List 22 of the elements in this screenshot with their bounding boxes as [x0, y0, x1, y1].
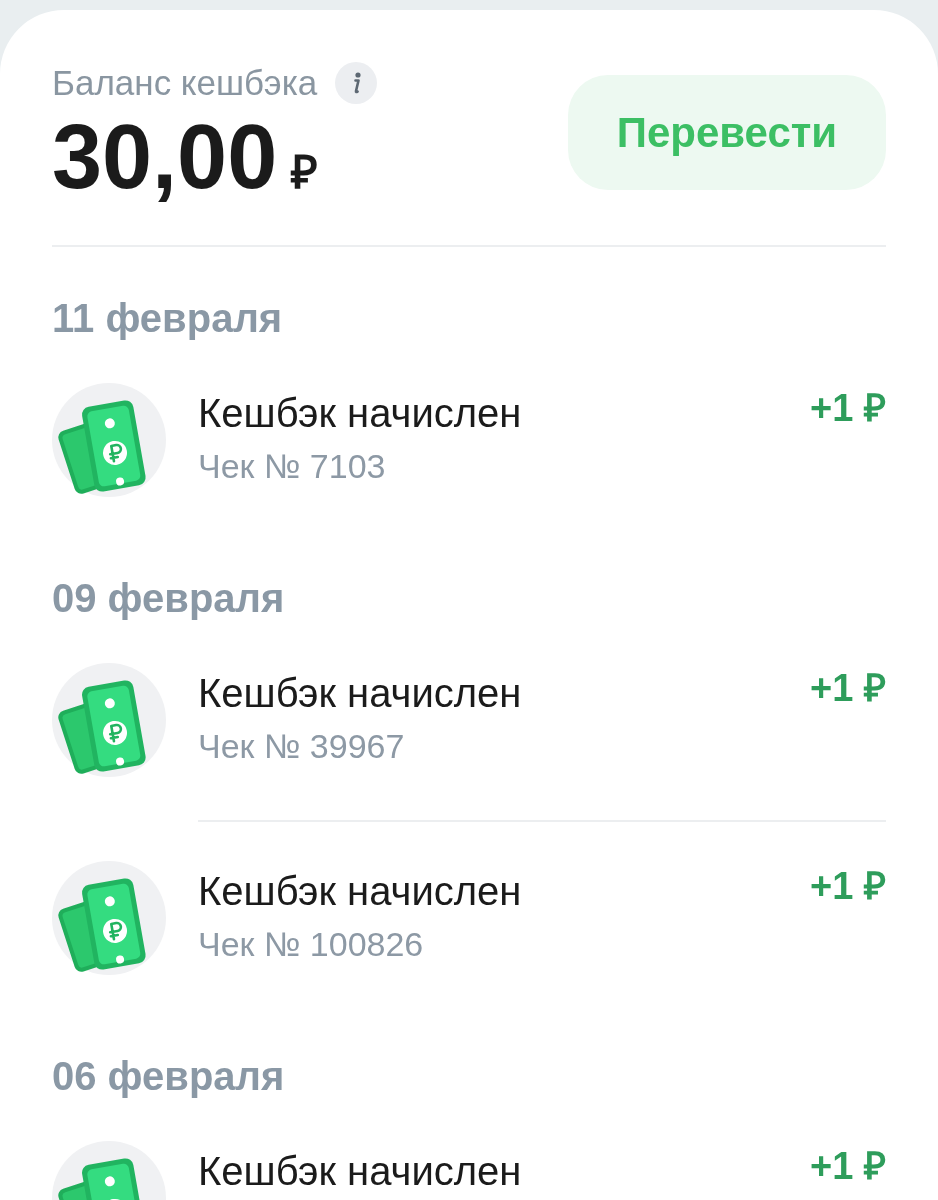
cashback-amount: +1 ₽: [810, 864, 886, 908]
date-heading: 11 февраля: [52, 295, 284, 342]
transaction-title: Кешбэк начислен: [198, 390, 522, 436]
receipt-number: Чек № 39967: [198, 726, 405, 766]
date-heading: 09 февраля: [52, 575, 286, 622]
balance-amount: 30,00: [52, 112, 278, 202]
cashback-amount: +1 ₽: [810, 1144, 886, 1188]
date-heading: 06 февраля: [52, 1053, 286, 1100]
banknotes-icon: [52, 861, 166, 975]
currency-sign: ₽: [291, 147, 319, 197]
banknotes-icon: [52, 663, 166, 777]
cashback-amount: +1 ₽: [810, 666, 886, 710]
receipt-number: Чек № 100826: [198, 924, 424, 964]
transaction-title: Кешбэк начислен: [198, 868, 522, 914]
transaction-title: Кешбэк начислен: [198, 1148, 522, 1194]
receipt-number: Чек № 7103: [198, 446, 386, 486]
transfer-button[interactable]: Перевести: [568, 75, 886, 190]
balance-label: Баланс кешбэка: [52, 62, 318, 104]
transaction-title: Кешбэк начислен: [198, 670, 522, 716]
info-icon[interactable]: [335, 62, 378, 104]
banknotes-icon: [52, 383, 166, 497]
cashback-amount: +1 ₽: [810, 386, 886, 430]
